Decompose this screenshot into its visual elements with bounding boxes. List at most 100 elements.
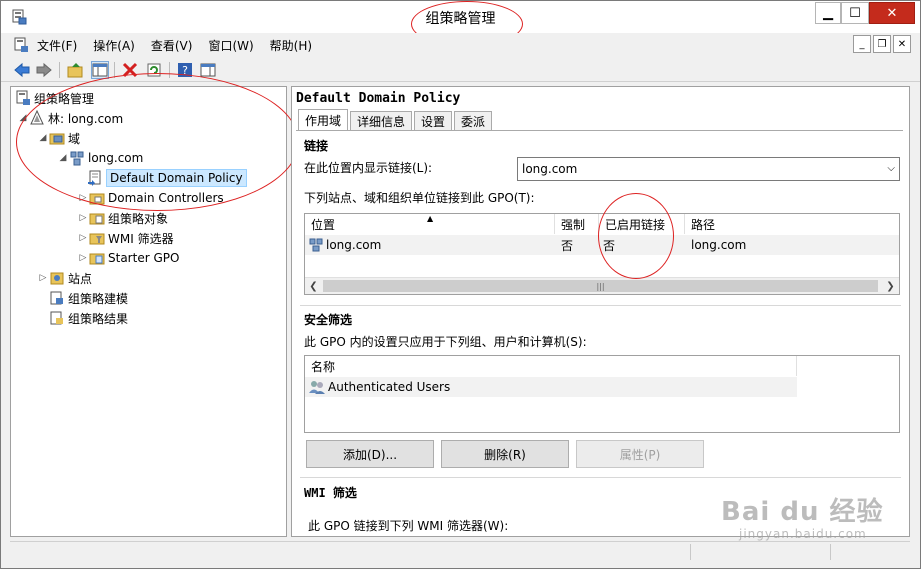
gpm-window: 组策略管理 ▁ ☐ ✕ 文件(F) 操作(A) 查看(V) 窗口(W) 帮助(H… [0, 0, 921, 569]
row-enabled-cell: 否 [603, 238, 616, 253]
tab-settings[interactable]: 设置 [414, 111, 453, 130]
column-header-name[interactable]: 名称 [305, 356, 797, 376]
mdi-close-button[interactable]: ✕ [893, 35, 911, 53]
tab-strip: 作用域 详细信息 设置 委派 [298, 109, 494, 130]
tree-node-wmi-filters[interactable]: ▷ WMI 筛选器 [77, 228, 174, 248]
show-action-pane-button[interactable] [199, 61, 217, 79]
menu-bar: 文件(F) 操作(A) 查看(V) 窗口(W) 帮助(H) _ ❐ ✕ [1, 33, 920, 57]
remove-button[interactable]: 删除(R) [441, 440, 569, 468]
gpo-link-icon [87, 170, 103, 186]
display-links-label: 在此位置内显示链接(L): [304, 161, 433, 175]
tab-scope[interactable]: 作用域 [298, 109, 349, 130]
column-header-link-enabled[interactable]: 已启用链接 [599, 214, 685, 234]
section-divider [300, 305, 901, 306]
tab-delegation[interactable]: 委派 [454, 111, 493, 130]
sort-ascending-icon: ▲ [427, 214, 434, 223]
horizontal-scrollbar[interactable]: ❮ ||| ❯ [305, 277, 899, 294]
tree-node-domain-controllers[interactable]: ▷ Domain Controllers [77, 188, 224, 208]
section-divider [300, 477, 901, 478]
back-button[interactable] [13, 61, 31, 79]
console-tree: 组策略管理 ◢ 林: long.com ◢ 域 ◢ long.com Defau… [10, 73, 299, 537]
show-hide-tree-button[interactable] [91, 61, 109, 79]
expanded-arrow-icon[interactable]: ◢ [57, 153, 69, 163]
grip-icon: ||| [596, 281, 605, 291]
properties-button[interactable]: 属性(P) [576, 440, 704, 468]
list-item[interactable]: Authenticated Users [305, 377, 797, 397]
tree-node-gpm-root[interactable]: 组策略管理 [15, 88, 94, 108]
expanded-arrow-icon[interactable]: ◢ [37, 133, 49, 143]
close-icon: ✕ [886, 5, 898, 21]
domain-icon [69, 150, 85, 166]
gpm-console-icon [15, 90, 31, 106]
up-folder-icon [67, 63, 83, 78]
tree-node-modeling[interactable]: 组策略建模 [49, 288, 128, 308]
action-pane-icon [200, 63, 216, 77]
mdi-close-icon: ✕ [897, 38, 907, 50]
domain-icon [309, 238, 323, 252]
modeling-icon [49, 290, 65, 306]
tab-divider [296, 130, 903, 131]
row-location-cell: long.com [305, 235, 557, 255]
console-tree-icon [92, 63, 108, 77]
security-list-header: 名称 [305, 356, 797, 376]
links-heading: 链接 [304, 139, 329, 153]
gpo-folder-icon [89, 210, 105, 226]
domains-folder-icon [49, 130, 65, 146]
wmi-filtering-heading: WMI 筛选 [304, 486, 357, 500]
tree-node-starter-gpo[interactable]: ▷ Starter GPO [77, 248, 180, 268]
delete-button[interactable] [121, 61, 139, 79]
tree-node-sites[interactable]: ▷ 站点 [37, 268, 92, 288]
scroll-left-icon[interactable]: ❮ [305, 278, 322, 294]
menu-file[interactable]: 文件(F) [35, 37, 85, 54]
mdi-minimize-button[interactable]: _ [853, 35, 871, 53]
back-arrow-icon [14, 62, 30, 78]
collapsed-arrow-icon[interactable]: ▷ [77, 233, 89, 243]
scrollbar-thumb[interactable]: ||| [323, 280, 878, 292]
tree-node-forest[interactable]: ◢ 林: long.com [17, 108, 123, 128]
tab-details[interactable]: 详细信息 [350, 111, 413, 130]
tree-node-results[interactable]: 组策略结果 [49, 308, 128, 328]
up-folder-button[interactable] [67, 61, 85, 79]
delete-x-icon [122, 62, 138, 78]
menu-help[interactable]: 帮助(H) [268, 37, 320, 54]
collapsed-arrow-icon[interactable]: ▷ [77, 253, 89, 263]
collapsed-arrow-icon[interactable]: ▷ [37, 273, 49, 283]
collapsed-arrow-icon[interactable]: ▷ [77, 193, 89, 203]
results-icon [49, 310, 65, 326]
toolbar-separator [169, 62, 170, 78]
tree-node-default-domain-policy[interactable]: Default Domain Policy [87, 168, 247, 188]
table-row[interactable]: long.com 否 否 long.com [305, 235, 899, 255]
tree-node-domains[interactable]: ◢ 域 [37, 128, 80, 148]
menu-action[interactable]: 操作(A) [91, 37, 143, 54]
menu-view[interactable]: 查看(V) [149, 37, 201, 54]
forward-button[interactable] [35, 61, 53, 79]
tree-node-gpo-objects[interactable]: ▷ 组策略对象 [77, 208, 168, 228]
close-button[interactable]: ✕ [869, 2, 915, 24]
wmi-folder-icon [89, 230, 105, 246]
column-header-path[interactable]: 路径 [685, 214, 899, 234]
expanded-arrow-icon[interactable]: ◢ [17, 113, 29, 123]
watermark-url: jingyan.baidu.com [739, 527, 867, 541]
column-header-enforced[interactable]: 强制 [555, 214, 599, 234]
refresh-button[interactable] [145, 61, 163, 79]
refresh-icon [147, 63, 161, 77]
status-separator [690, 544, 691, 560]
help-button[interactable]: ? [176, 61, 194, 79]
toolbar-separator [114, 62, 115, 78]
mdi-minimize-icon: _ [859, 38, 865, 50]
wmi-filtering-description: 此 GPO 链接到下列 WMI 筛选器(W): [308, 519, 509, 533]
add-button[interactable]: 添加(D)... [306, 440, 434, 468]
scroll-right-icon[interactable]: ❯ [882, 278, 899, 294]
minimize-button[interactable]: ▁ [815, 2, 841, 24]
display-links-dropdown[interactable]: long.com ⌵ [517, 157, 900, 181]
help-icon: ? [178, 63, 192, 77]
security-list: 名称 Authenticated Users [304, 355, 900, 433]
column-header-location[interactable]: 位置 ▲ [305, 214, 555, 234]
collapsed-arrow-icon[interactable]: ▷ [77, 213, 89, 223]
console-menu-icon[interactable] [13, 37, 29, 53]
maximize-button[interactable]: ☐ [841, 2, 869, 24]
title-bar: 组策略管理 ▁ ☐ ✕ [1, 1, 920, 47]
tree-node-domain-long-com[interactable]: ◢ long.com [57, 148, 143, 168]
menu-window[interactable]: 窗口(W) [206, 37, 261, 54]
mdi-restore-button[interactable]: ❐ [873, 35, 891, 53]
